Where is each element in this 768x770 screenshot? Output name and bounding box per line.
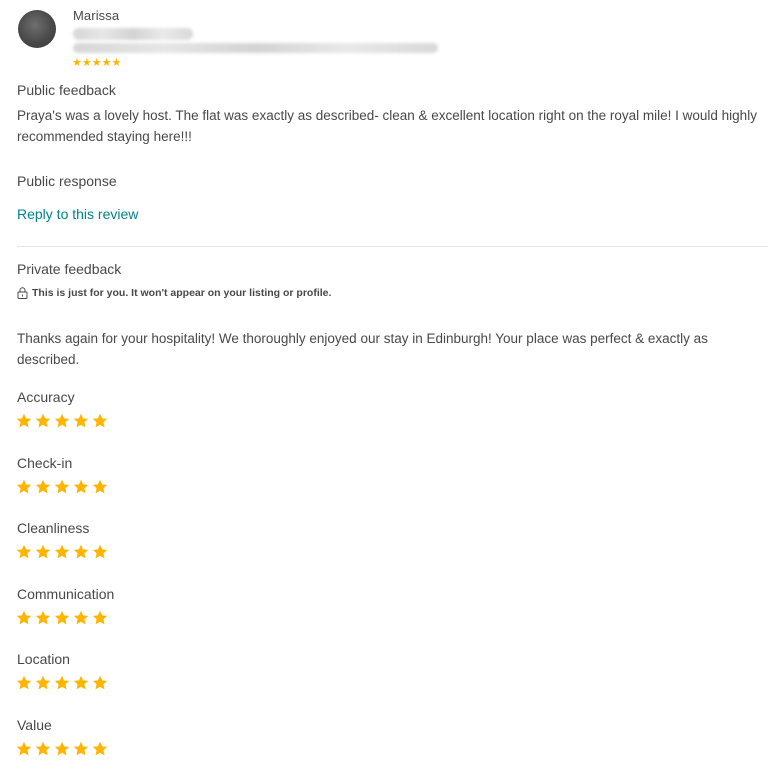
private-feedback-heading: Private feedback	[17, 261, 122, 277]
star-icon	[92, 741, 108, 756]
star-icon	[54, 413, 70, 428]
star-icon	[16, 741, 32, 756]
star-icon	[92, 413, 108, 428]
public-feedback-heading: Public feedback	[17, 82, 116, 98]
avatar[interactable]	[18, 10, 56, 48]
star-icon	[73, 544, 89, 559]
public-feedback-text: Praya's was a lovely host. The flat was …	[17, 108, 757, 144]
private-note-text: This is just for you. It won't appear on…	[32, 287, 332, 299]
star-icon	[73, 675, 89, 690]
star-icon	[73, 479, 89, 494]
star-icon	[54, 741, 70, 756]
star-icon	[73, 741, 89, 756]
star-icon	[35, 675, 51, 690]
star-icon	[16, 610, 32, 625]
rating-label-communication: Communication	[17, 586, 115, 602]
star-icon	[92, 610, 108, 625]
star-icon	[16, 479, 32, 494]
rating-label-value: Value	[17, 717, 52, 733]
section-divider	[17, 246, 768, 247]
rating-stars	[16, 741, 108, 757]
rating-stars	[16, 479, 108, 495]
overall-rating-stars: ★★★★★	[72, 57, 122, 69]
star-icon	[54, 610, 70, 625]
star-icon	[35, 413, 51, 428]
reply-to-review-link[interactable]: Reply to this review	[17, 206, 138, 222]
star-icon	[92, 675, 108, 690]
star-icon	[54, 544, 70, 559]
star-icon	[73, 413, 89, 428]
star-icon	[16, 675, 32, 690]
star-icon	[35, 479, 51, 494]
star-icon	[35, 741, 51, 756]
rating-stars	[16, 544, 108, 560]
private-feedback-text: Thanks again for your hospitality! We th…	[17, 331, 708, 367]
rating-stars	[16, 675, 108, 691]
redacted-text	[73, 28, 193, 40]
reviewer-name: Marissa	[73, 8, 120, 23]
rating-label-check-in: Check-in	[17, 455, 73, 471]
star-icon	[73, 610, 89, 625]
star-icon	[35, 610, 51, 625]
rating-label-location: Location	[17, 651, 70, 667]
star-icon	[54, 479, 70, 494]
rating-label-accuracy: Accuracy	[17, 389, 75, 405]
star-icon	[54, 675, 70, 690]
public-response-heading: Public response	[17, 173, 117, 189]
review-card: Marissa ★★★★★ Public feedback Praya's wa…	[0, 0, 768, 770]
star-icon	[92, 544, 108, 559]
rating-stars	[16, 413, 108, 429]
star-icon	[16, 413, 32, 428]
rating-stars	[16, 610, 108, 626]
lock-icon	[17, 287, 28, 299]
private-note: This is just for you. It won't appear on…	[17, 287, 331, 299]
star-icon	[92, 479, 108, 494]
star-icon	[35, 544, 51, 559]
star-icon	[16, 544, 32, 559]
rating-label-cleanliness: Cleanliness	[17, 520, 90, 536]
redacted-text	[73, 43, 438, 53]
